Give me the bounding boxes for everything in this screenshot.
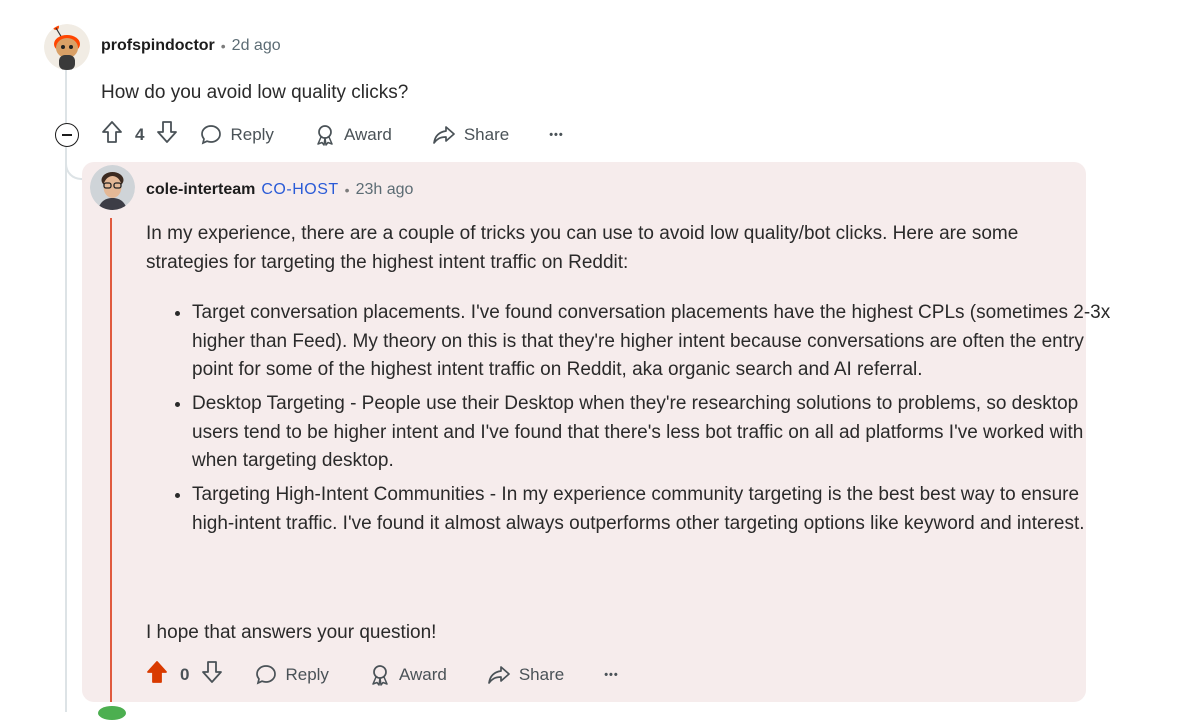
comment-meta: cole-interteam CO-HOST • 23h ago (146, 181, 413, 199)
author-name[interactable]: cole-interteam (146, 181, 255, 199)
timestamp[interactable]: 23h ago (356, 181, 414, 199)
share-arrow-icon (432, 125, 455, 144)
downvote-arrow-icon (157, 121, 178, 143)
reply-button[interactable]: Reply (200, 124, 274, 146)
award-label: Award (398, 664, 447, 684)
downvote-button[interactable] (201, 660, 223, 689)
reply-intro-paragraph: In my experience, there are a couple of … (146, 223, 1019, 273)
share-arrow-icon (487, 665, 510, 684)
list-item: Desktop Targeting - People use their Des… (192, 390, 1117, 476)
reply-label: Reply (285, 664, 329, 684)
upvote-arrow-icon (147, 661, 167, 683)
share-button[interactable]: Share (487, 664, 564, 686)
strategy-list: Target conversation placements. I've fou… (146, 299, 1117, 544)
award-label: Award (343, 124, 392, 144)
vote-count: 4 (135, 124, 145, 144)
reply-label: Reply (230, 124, 274, 144)
upvote-button[interactable] (146, 660, 168, 689)
list-item: Targeting High-Intent Communities - In m… (192, 481, 1117, 538)
comment-actions: 4 Reply Award Share ••• (101, 120, 564, 149)
award-button[interactable]: Award (314, 124, 392, 146)
avatar[interactable] (90, 165, 135, 210)
comment-actions: 0 Reply Award Share ••• (146, 660, 619, 689)
downvote-button[interactable] (156, 120, 178, 149)
timestamp[interactable]: 2d ago (232, 37, 281, 55)
award-ribbon-icon (372, 664, 388, 686)
upvote-button[interactable] (101, 120, 123, 149)
downvote-arrow-icon (202, 661, 223, 683)
comment-body: How do you avoid low quality clicks? (101, 82, 409, 103)
separator-dot: • (344, 182, 350, 198)
minus-icon (62, 134, 72, 136)
profile-photo-icon (90, 165, 135, 210)
next-avatar-peek (98, 706, 126, 720)
more-options-button[interactable]: ••• (549, 129, 564, 141)
reply-closing-paragraph: I hope that answers your question! (146, 622, 437, 643)
thread-highlight-line (110, 218, 112, 702)
reply-button[interactable]: Reply (255, 664, 329, 686)
award-button[interactable]: Award (369, 664, 447, 686)
separator-dot: • (220, 38, 226, 54)
list-item: Target conversation placements. I've fou… (192, 299, 1117, 385)
share-label: Share (518, 664, 565, 684)
vote-count: 0 (180, 664, 190, 684)
snoo-avatar-icon (44, 24, 90, 70)
co-host-flair: CO-HOST (261, 181, 339, 198)
award-ribbon-icon (317, 124, 333, 146)
speech-bubble-icon (256, 664, 277, 684)
author-name[interactable]: profspindoctor (101, 37, 215, 55)
more-options-button[interactable]: ••• (604, 669, 619, 681)
comment-meta: profspindoctor • 2d ago (101, 37, 281, 55)
speech-bubble-icon (201, 124, 222, 144)
avatar[interactable] (44, 24, 90, 70)
share-button[interactable]: Share (432, 124, 509, 146)
upvote-arrow-icon (102, 121, 122, 143)
collapse-button[interactable] (55, 123, 79, 147)
share-label: Share (463, 124, 510, 144)
